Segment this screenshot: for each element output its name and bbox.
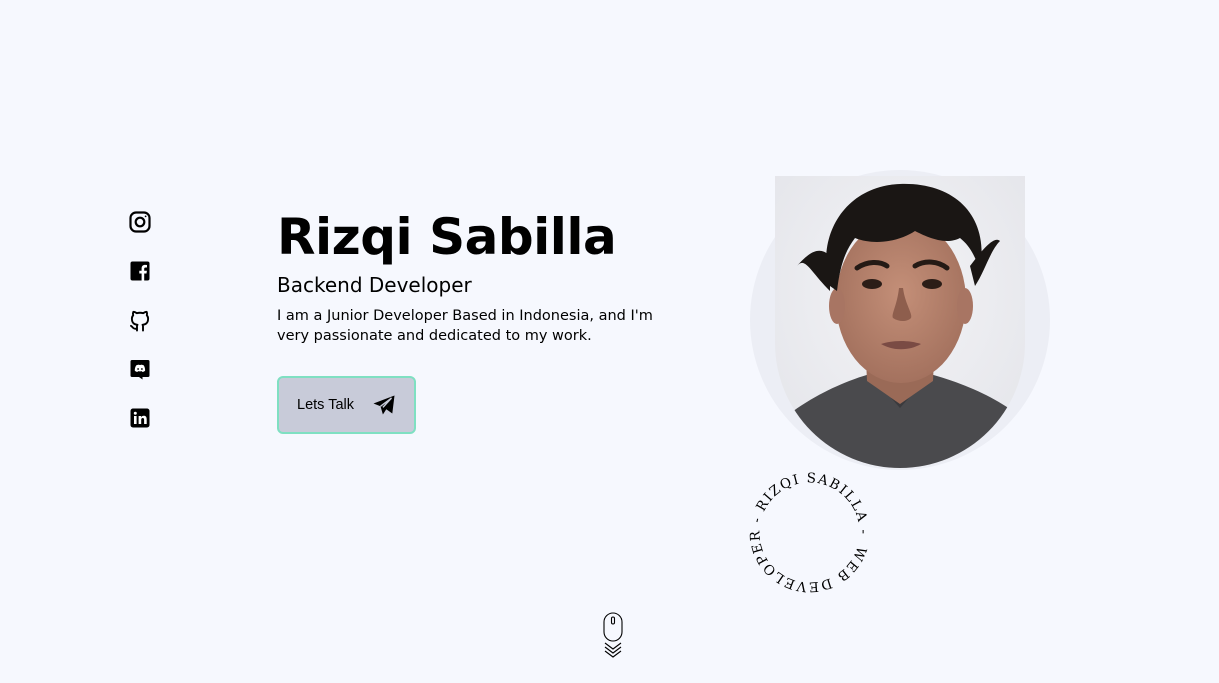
- social-sidebar: [128, 210, 154, 455]
- svg-text:WEB DEVELOPER - RIZQI SABILLA: WEB DEVELOPER - RIZQI SABILLA -: [742, 465, 877, 600]
- discord-icon: [130, 360, 150, 380]
- github-link[interactable]: [128, 308, 152, 332]
- hero-bio: I am a Junior Developer Based in Indones…: [277, 308, 653, 344]
- hero-name: Rizqi Sabilla: [277, 208, 617, 266]
- badge-text: WEB DEVELOPER - RIZQI SABILLA -: [742, 465, 877, 600]
- hero-section: Rizqi Sabilla Backend Developer I am a J…: [277, 206, 677, 346]
- linkedin-icon: [130, 408, 150, 428]
- facebook-link[interactable]: [128, 259, 152, 283]
- instagram-icon: [129, 211, 151, 233]
- discord-link[interactable]: [128, 357, 152, 381]
- scroll-down-button[interactable]: [601, 612, 625, 658]
- lets-talk-label: Lets Talk: [297, 397, 354, 413]
- github-icon: [130, 310, 150, 332]
- lets-talk-button[interactable]: Lets Talk: [277, 376, 416, 434]
- circular-text-badge: WEB DEVELOPER - RIZQI SABILLA -: [742, 465, 877, 600]
- send-icon: [372, 393, 396, 417]
- profile-photo: [775, 176, 1025, 468]
- mouse-scroll-icon: [603, 612, 623, 658]
- instagram-link[interactable]: [128, 210, 152, 234]
- linkedin-link[interactable]: [128, 406, 152, 430]
- hero-role: Backend Developer: [277, 273, 472, 297]
- facebook-icon: [130, 261, 150, 281]
